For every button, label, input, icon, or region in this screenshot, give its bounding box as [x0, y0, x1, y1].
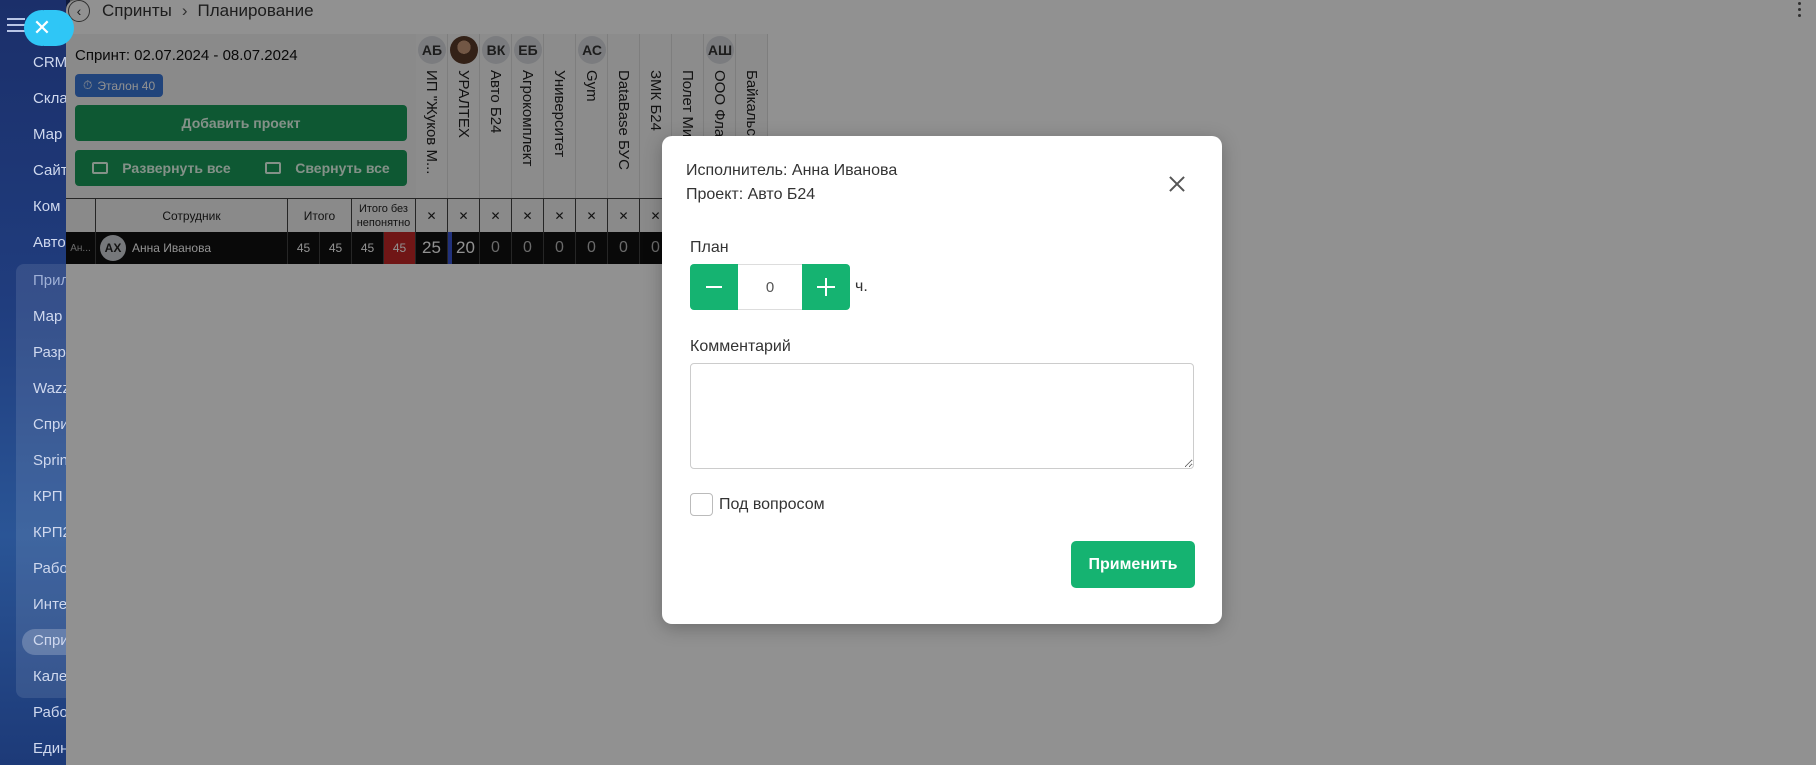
- plan-hours-input[interactable]: [738, 264, 802, 310]
- executor-text: Исполнитель: Анна Иванова: [686, 162, 898, 179]
- nav-item[interactable]: Прил: [33, 272, 69, 289]
- nav-item[interactable]: Рабо: [33, 560, 68, 577]
- nav-item[interactable]: Wazz: [33, 380, 70, 397]
- plus-icon: [817, 278, 835, 296]
- nav-item[interactable]: Ком: [33, 198, 60, 215]
- nav-item[interactable]: Разр: [33, 344, 66, 361]
- nav-item[interactable]: Инте: [33, 596, 67, 613]
- nav-item[interactable]: Сайт: [33, 162, 68, 179]
- close-icon[interactable]: [1167, 174, 1187, 194]
- comment-textarea[interactable]: [690, 363, 1194, 469]
- project-text: Проект: Авто Б24: [686, 186, 816, 203]
- question-checkbox[interactable]: [690, 493, 713, 516]
- nav-item[interactable]: КРП: [33, 488, 63, 505]
- nav-item[interactable]: Мар: [33, 126, 62, 143]
- left-nav: CRM Скла Мар Сайт Ком Авто Прил Мар Разр Wazz Спри…: [0, 0, 70, 765]
- nav-item[interactable]: Спри: [33, 416, 69, 433]
- hours-unit: ч.: [855, 278, 868, 295]
- minus-button[interactable]: [690, 264, 738, 310]
- nav-item[interactable]: CRM: [33, 54, 67, 71]
- nav-item[interactable]: Един: [33, 740, 68, 757]
- comment-label: Комментарий: [690, 338, 791, 355]
- plan-stepper: ч.: [690, 264, 868, 310]
- plan-label: План: [690, 239, 729, 256]
- question-row: Под вопросом: [690, 493, 825, 516]
- plus-button[interactable]: [802, 264, 850, 310]
- nav-item[interactable]: Мар: [33, 308, 62, 325]
- plan-dialog: Исполнитель: Анна Иванова Проект: Авто Б…: [662, 136, 1222, 624]
- nav-item[interactable]: Скла: [33, 90, 68, 107]
- nav-item[interactable]: Рабо: [33, 704, 68, 721]
- nav-item[interactable]: Спри: [33, 632, 69, 649]
- nav-item[interactable]: Sprin: [33, 452, 68, 469]
- minus-icon: [706, 286, 722, 288]
- nav-item[interactable]: КРП2: [33, 524, 70, 541]
- hamburger-icon[interactable]: [7, 18, 25, 32]
- close-icon[interactable]: ✕: [24, 10, 60, 46]
- question-label[interactable]: Под вопросом: [719, 496, 825, 514]
- nav-item[interactable]: Авто: [33, 234, 66, 251]
- nav-item[interactable]: Кале: [33, 668, 67, 685]
- apply-button[interactable]: Применить: [1071, 541, 1195, 588]
